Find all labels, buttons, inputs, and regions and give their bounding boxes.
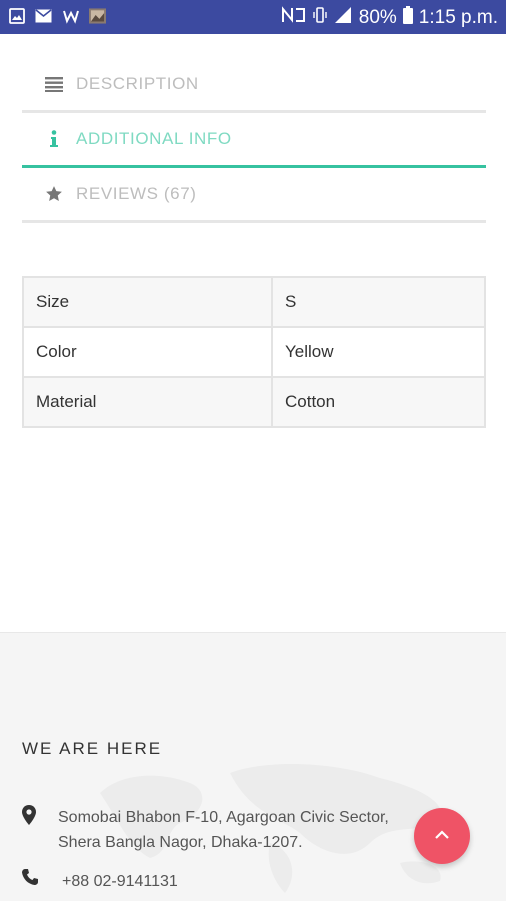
- phone-number[interactable]: +88 02-9141131: [62, 869, 178, 894]
- address-line-1: Somobai Bhabon F-10, Agargoan Civic Sect…: [58, 809, 389, 826]
- phone-row: +88 02-9141131: [22, 869, 178, 894]
- map-marker-icon: [22, 805, 38, 825]
- attribute-value: Cotton: [271, 376, 486, 428]
- table-row: Material Cotton: [22, 376, 486, 428]
- tab-description-label: DESCRIPTION: [76, 74, 199, 93]
- tab-additional-info[interactable]: ADDITIONAL INFO: [22, 113, 486, 168]
- list-icon: [44, 74, 64, 94]
- product-tabs: DESCRIPTION ADDITIONAL INFO REVIEWS (67): [22, 58, 486, 223]
- status-bar: 80% 1:15 p.m.: [0, 0, 506, 34]
- vibrate-icon: [313, 6, 327, 30]
- attribute-value: Yellow: [271, 326, 486, 378]
- table-row: Size S: [22, 276, 486, 328]
- tab-reviews[interactable]: REVIEWS (67): [22, 168, 486, 223]
- footer-title: WE ARE HERE: [22, 739, 163, 758]
- address-row: Somobai Bhabon F-10, Agargoan Civic Sect…: [22, 805, 389, 855]
- star-icon: [44, 184, 64, 204]
- info-icon: [44, 129, 64, 149]
- scroll-to-top-button[interactable]: [414, 808, 470, 864]
- notification-icons: [8, 8, 106, 24]
- attribute-value: S: [271, 276, 486, 328]
- address-line-2: Shera Bangla Nagor, Dhaka-1207.: [58, 834, 303, 851]
- tab-additional-info-label: ADDITIONAL INFO: [76, 129, 232, 148]
- clock: 1:15 p.m.: [418, 7, 498, 28]
- chevron-up-icon: [434, 827, 450, 845]
- nfc-icon: [281, 6, 307, 30]
- photo-thumb-icon: [89, 8, 106, 24]
- phone-icon: [22, 869, 38, 889]
- attribute-name: Material: [22, 376, 273, 428]
- signal-icon: [333, 6, 353, 30]
- app-w-icon: [62, 8, 79, 24]
- attribute-name: Color: [22, 326, 273, 378]
- table-row: Color Yellow: [22, 326, 486, 378]
- attribute-name: Size: [22, 276, 273, 328]
- tab-description[interactable]: DESCRIPTION: [22, 58, 486, 113]
- status-indicators: 80% 1:15 p.m.: [281, 6, 498, 30]
- tab-reviews-label: REVIEWS (67): [76, 184, 197, 203]
- additional-info-table: Size S Color Yellow Material Cotton: [22, 276, 486, 428]
- battery-percent: 80%: [358, 7, 397, 28]
- battery-icon: [402, 6, 413, 30]
- address-text: Somobai Bhabon F-10, Agargoan Civic Sect…: [58, 805, 389, 855]
- image-notification-icon: [8, 8, 25, 24]
- mail-icon: [35, 8, 52, 24]
